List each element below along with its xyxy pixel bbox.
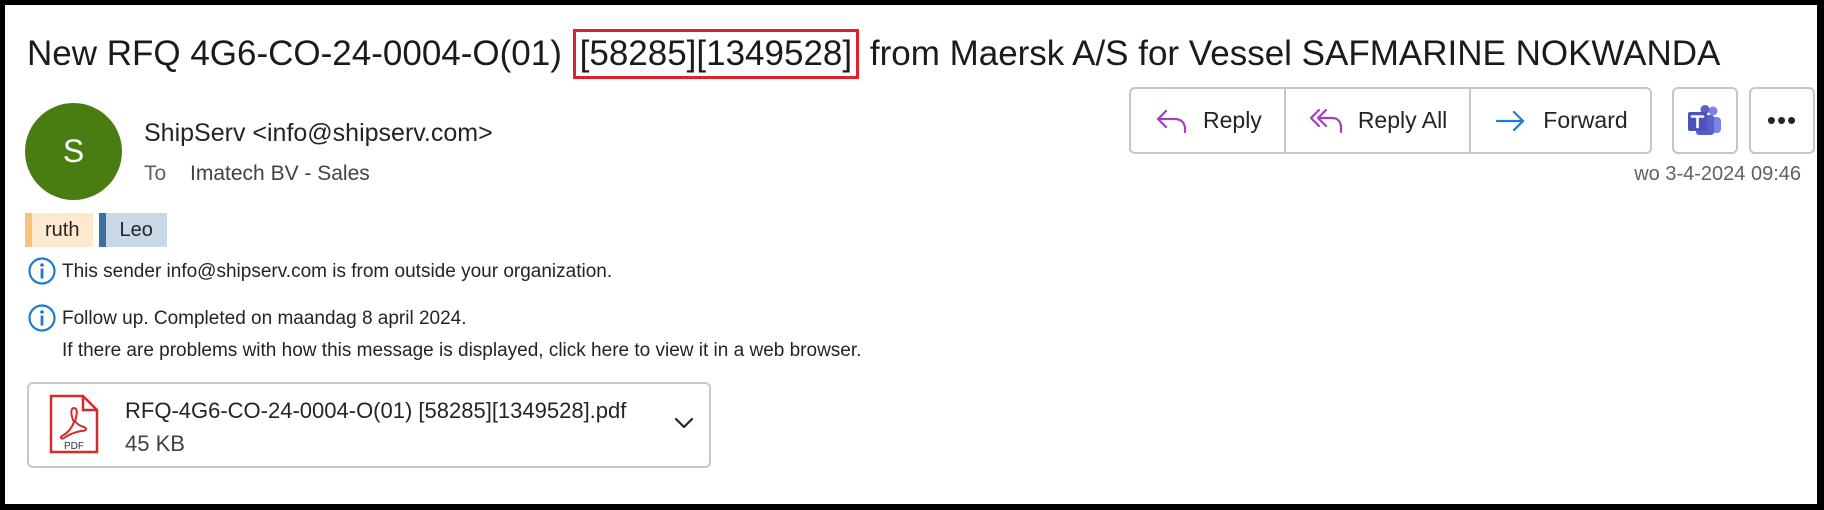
forward-button[interactable]: Forward (1471, 89, 1649, 152)
subject-highlighted-ids: [58285][1349528] (572, 29, 860, 79)
received-timestamp: wo 3-4-2024 09:46 (1634, 163, 1801, 185)
recipient-line: To Imatech BV - Sales (144, 162, 370, 186)
external-sender-notice: This sender info@shipserv.com is from ou… (27, 256, 612, 288)
recipient-name[interactable]: Imatech BV - Sales (190, 162, 370, 185)
teams-share-button[interactable] (1672, 87, 1738, 154)
teams-icon (1688, 104, 1721, 135)
avatar-initial: S (62, 133, 85, 169)
message-actions-toolbar: Reply Reply All Forward (1129, 87, 1652, 154)
subject-prefix: New RFQ 4G6-CO-24-0004-O(01) (27, 34, 562, 73)
pdf-icon: PDF (49, 394, 99, 454)
reply-all-button[interactable]: Reply All (1286, 89, 1472, 152)
more-options-icon: ••• (1766, 105, 1798, 135)
info-icon (28, 304, 56, 332)
reply-button[interactable]: Reply (1131, 89, 1286, 152)
reply-all-icon (1309, 108, 1342, 133)
followup-text: Follow up. Completed on maandag 8 april … (62, 308, 467, 329)
subject-suffix: from Maersk A/S for Vessel SAFMARINE NOK… (869, 34, 1721, 73)
reply-label: Reply (1203, 107, 1262, 133)
view-in-browser-link[interactable]: If there are problems with how this mess… (62, 335, 861, 367)
sender-avatar[interactable]: S (25, 103, 122, 200)
external-notice-text: This sender info@shipserv.com is from ou… (62, 261, 613, 282)
to-label: To (144, 162, 167, 185)
tag-ruth[interactable]: ruth (25, 213, 94, 247)
tag-label: Leo (119, 218, 153, 241)
chevron-down-icon[interactable] (671, 410, 697, 436)
attachment-size: 45 KB (125, 431, 185, 456)
tag-leo[interactable]: Leo (99, 213, 167, 247)
reply-all-label: Reply All (1357, 107, 1448, 133)
tag-label: ruth (45, 218, 80, 241)
email-subject: New RFQ 4G6-CO-24-0004-O(01) [58285][134… (27, 29, 1720, 79)
more-options-button[interactable]: ••• (1749, 87, 1815, 154)
attachment-card[interactable]: PDF RFQ-4G6-CO-24-0004-O(01) [58285][134… (27, 382, 711, 468)
pdf-icon-label: PDF (64, 441, 84, 452)
info-icon (28, 257, 56, 285)
reply-icon (1156, 109, 1187, 133)
followup-notice: Follow up. Completed on maandag 8 april … (27, 303, 861, 367)
forward-icon (1496, 110, 1525, 131)
attachment-filename: RFQ-4G6-CO-24-0004-O(01) [58285][1349528… (125, 398, 627, 423)
email-reading-pane: New RFQ 4G6-CO-24-0004-O(01) [58285][134… (5, 5, 1817, 504)
category-tags: ruth Leo (25, 213, 167, 247)
sender-name[interactable]: ShipServ <info@shipserv.com> (144, 119, 493, 148)
forward-label: Forward (1543, 107, 1628, 133)
